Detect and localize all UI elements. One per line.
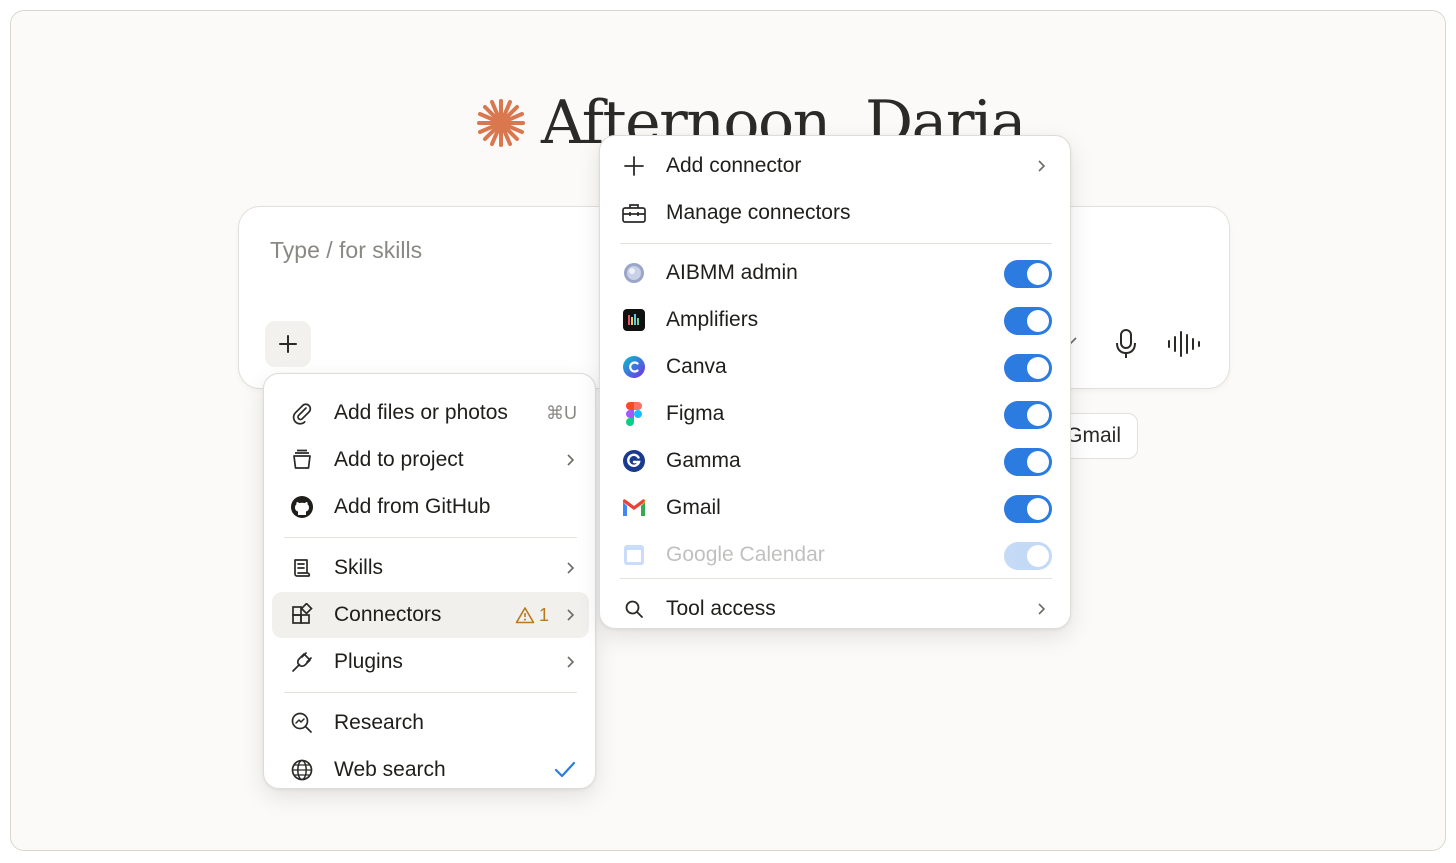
checkmark-icon (554, 761, 576, 778)
menu-item-tool-access[interactable]: Tool access (612, 586, 1060, 628)
connector-label: Google Calendar (666, 543, 825, 566)
connector-figma[interactable]: Figma (612, 391, 1060, 437)
menu-item-label: Web search (334, 758, 446, 781)
connector-amplifiers[interactable]: Amplifiers (612, 297, 1060, 343)
gmail-logo-icon (623, 499, 645, 516)
shortcut-label: ⌘U (546, 402, 577, 423)
amplifiers-logo-icon (623, 309, 645, 331)
connector-toggle[interactable] (1004, 401, 1052, 429)
menu-item-add-connector[interactable]: Add connector (612, 143, 1060, 189)
search-icon (620, 595, 648, 623)
menu-divider (284, 692, 577, 693)
connector-toggle[interactable] (1004, 542, 1052, 570)
menu-divider (620, 578, 1052, 579)
research-icon (288, 709, 316, 737)
menu-item-label: Add from GitHub (334, 495, 491, 518)
add-content-button[interactable] (265, 321, 311, 367)
composer-input[interactable]: Type / for skills (270, 237, 422, 264)
menu-item-add-from-github[interactable]: Add from GitHub (272, 484, 589, 530)
connector-google-calendar[interactable]: Google Calendar (612, 532, 1060, 578)
connector-label: Amplifiers (666, 308, 759, 331)
google-calendar-logo-icon (624, 545, 644, 565)
connector-toggle[interactable] (1004, 448, 1052, 476)
app-window: Afternoon, Daria Type / for skills Gmail… (10, 10, 1446, 851)
menu-item-add-files[interactable]: Add files or photos ⌘U (272, 390, 589, 436)
figma-logo-icon (626, 402, 642, 426)
gamma-logo-icon (623, 450, 645, 472)
connector-label: Canva (666, 355, 727, 378)
menu-item-add-to-project[interactable]: Add to project (272, 437, 589, 483)
aibmm-logo-icon (624, 263, 644, 283)
paperclip-icon (288, 399, 316, 427)
menu-item-manage-connectors[interactable]: Manage connectors (612, 190, 1060, 236)
plus-icon (620, 152, 648, 180)
menu-item-research[interactable]: Research (272, 700, 589, 746)
menu-divider (620, 243, 1052, 244)
menu-item-label: Connectors (334, 603, 442, 626)
menu-item-label: Manage connectors (666, 201, 851, 224)
menu-item-plugins[interactable]: Plugins (272, 639, 589, 685)
plus-icon (279, 335, 297, 353)
plug-icon (288, 648, 316, 676)
chevron-right-icon (567, 656, 575, 668)
menu-item-label: Skills (334, 556, 384, 579)
claude-burst-icon (477, 99, 525, 147)
add-menu: Add files or photos ⌘U Add to project Ad… (263, 373, 596, 789)
menu-item-connectors[interactable]: Connectors 1 (272, 592, 589, 638)
connector-toggle[interactable] (1004, 354, 1052, 382)
chevron-right-icon (567, 454, 575, 466)
menu-item-label: Research (334, 711, 424, 734)
canva-logo-icon (623, 356, 645, 378)
connector-toggle[interactable] (1004, 307, 1052, 335)
menu-item-label: Add connector (666, 154, 802, 177)
connector-label: Gamma (666, 449, 741, 472)
github-icon (288, 493, 316, 521)
voice-mode-icon[interactable] (1166, 329, 1202, 359)
project-box-icon (288, 446, 316, 474)
menu-item-web-search[interactable]: Web search (272, 747, 589, 793)
connector-label: AIBMM admin (666, 261, 798, 284)
microphone-icon[interactable] (1112, 327, 1140, 361)
chevron-right-icon (567, 562, 575, 574)
connector-aibmm-admin[interactable]: AIBMM admin (612, 250, 1060, 296)
connector-label: Figma (666, 402, 725, 425)
menu-item-label: Add files or photos (334, 401, 508, 424)
connector-gamma[interactable]: Gamma (612, 438, 1060, 484)
warning-icon (515, 607, 535, 624)
globe-icon (288, 756, 316, 784)
chevron-right-icon (1038, 160, 1046, 172)
connector-toggle[interactable] (1004, 260, 1052, 288)
menu-item-label: Add to project (334, 448, 464, 471)
connector-warning: 1 (515, 605, 549, 626)
menu-item-label: Tool access (666, 597, 776, 620)
toolbox-icon (620, 199, 648, 227)
menu-divider (284, 537, 577, 538)
connector-canva[interactable]: Canva (612, 344, 1060, 390)
connector-gmail[interactable]: Gmail (612, 485, 1060, 531)
chevron-right-icon (567, 609, 575, 621)
menu-item-label: Plugins (334, 650, 403, 673)
warning-count: 1 (538, 604, 549, 625)
grid-plus-icon (288, 601, 316, 629)
menu-item-skills[interactable]: Skills (272, 545, 589, 591)
connectors-menu: Add connector Manage connectors AIBMM ad… (599, 135, 1071, 629)
connector-label: Gmail (666, 496, 721, 519)
scroll-icon (288, 554, 316, 582)
chip-label: Gmail (1066, 424, 1121, 447)
connector-toggle[interactable] (1004, 495, 1052, 523)
chevron-right-icon (1038, 603, 1046, 615)
